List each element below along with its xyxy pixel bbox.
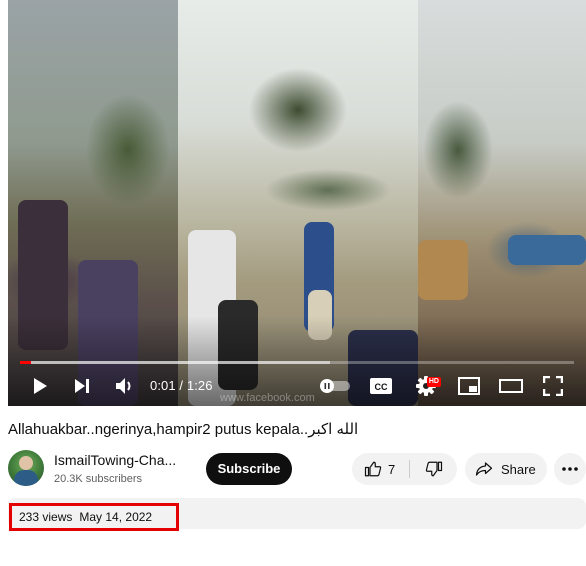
progress-bar[interactable] xyxy=(20,361,574,364)
avatar-body-shape xyxy=(14,470,38,486)
svg-text:CC: CC xyxy=(375,382,388,392)
more-actions-button[interactable] xyxy=(554,453,586,485)
video-meta: 233 views May 14, 2022 xyxy=(19,510,152,524)
volume-icon xyxy=(116,378,131,394)
like-icon xyxy=(364,461,382,477)
subscriber-count: 20.3K subscribers xyxy=(54,473,143,485)
theater-icon xyxy=(499,379,523,393)
channel-avatar[interactable] xyxy=(8,450,44,486)
channel-name[interactable]: IsmailTowing-Cha... xyxy=(54,452,194,468)
dislike-button[interactable] xyxy=(410,453,457,485)
fullscreen-icon xyxy=(543,376,563,396)
autoplay-toggle-icon xyxy=(320,379,350,393)
play-button[interactable] xyxy=(26,368,54,404)
duration: 1:26 xyxy=(186,378,213,393)
volume-button[interactable] xyxy=(110,368,140,404)
autoplay-toggle[interactable] xyxy=(318,368,352,404)
avatar-head-shape xyxy=(19,456,33,470)
progress-buffered xyxy=(20,361,331,364)
dislike-icon xyxy=(425,461,442,477)
progress-played xyxy=(20,361,32,364)
captions-button[interactable]: CC xyxy=(366,368,396,404)
like-dislike-group: 7 xyxy=(352,453,457,485)
share-icon xyxy=(475,462,493,476)
miniplayer-button[interactable] xyxy=(454,368,484,404)
next-icon xyxy=(75,379,89,393)
miniplayer-icon xyxy=(458,377,480,395)
hd-badge: HD xyxy=(426,377,441,387)
play-icon xyxy=(34,378,47,394)
theater-mode-button[interactable] xyxy=(496,368,526,404)
more-icon xyxy=(562,467,578,471)
settings-button[interactable]: HD xyxy=(410,368,442,404)
current-time: 0:01 xyxy=(150,378,176,393)
video-title: Allahuakbar..ngerinya,hampir2 putus kepa… xyxy=(8,421,359,438)
next-button[interactable] xyxy=(68,368,96,404)
share-button[interactable]: Share xyxy=(465,453,547,485)
like-button[interactable]: 7 xyxy=(352,453,408,485)
subscribe-button[interactable]: Subscribe xyxy=(206,453,292,485)
player-controls: 0:01 / 1:26 CC HD xyxy=(8,368,586,404)
fullscreen-button[interactable] xyxy=(538,368,568,404)
time-separator: / xyxy=(179,378,184,393)
time-display: 0:01 / 1:26 xyxy=(150,368,213,404)
view-count: 233 views xyxy=(19,510,73,524)
video-player[interactable]: www.facebook.com 0:01 / 1:26 CC HD xyxy=(8,0,586,406)
like-count: 7 xyxy=(388,461,396,477)
captions-icon: CC xyxy=(370,378,392,394)
share-label: Share xyxy=(501,461,536,477)
upload-date: May 14, 2022 xyxy=(79,510,153,524)
